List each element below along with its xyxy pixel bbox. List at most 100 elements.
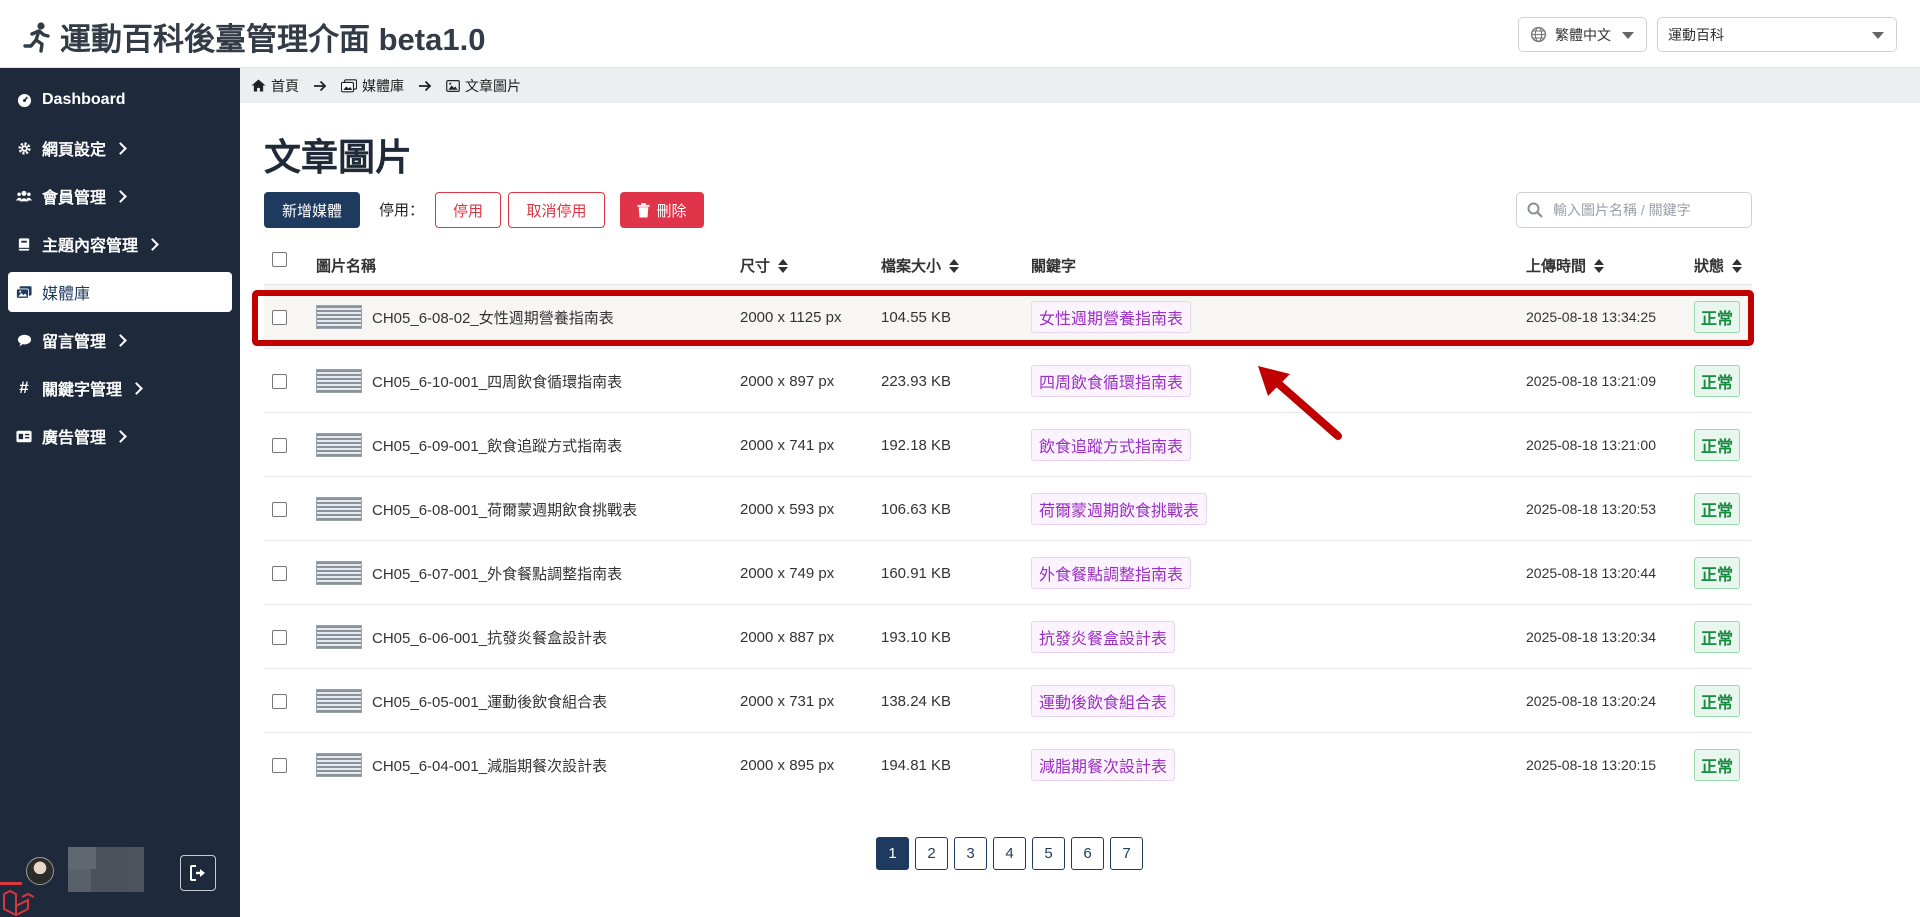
- page-button-2[interactable]: 2: [915, 837, 948, 870]
- keyword-tag[interactable]: 運動後飲食組合表: [1031, 685, 1176, 717]
- keyword-tag[interactable]: 抗發炎餐盒設計表: [1031, 621, 1176, 653]
- table-header: 圖片名稱 尺寸 檔案大小 關鍵字 上傳時間 狀態: [264, 245, 1752, 285]
- enable-button[interactable]: 取消停用: [508, 192, 605, 228]
- row-checkbox[interactable]: [272, 285, 287, 349]
- gear-icon: [16, 140, 32, 156]
- table-row[interactable]: CH05_6-06-001_抗發炎餐盒設計表 2000 x 887 px 193…: [264, 605, 1752, 669]
- table-row[interactable]: CH05_6-10-001_四周飲食循環指南表 2000 x 897 px 22…: [264, 349, 1752, 413]
- row-checkbox[interactable]: [272, 349, 287, 413]
- table-row[interactable]: CH05_6-08-001_荷爾蒙週期飲食挑戰表 2000 x 593 px 1…: [264, 477, 1752, 541]
- sidebar-item-dashboard[interactable]: Dashboard: [8, 80, 232, 120]
- row-checkbox[interactable]: [272, 605, 287, 669]
- chevron-down-icon: [1622, 32, 1634, 39]
- image-thumbnail[interactable]: [316, 689, 362, 713]
- filesize-cell: 138.24 KB: [881, 692, 952, 710]
- page-button-1[interactable]: 1: [876, 837, 909, 870]
- add-media-button[interactable]: 新增媒體: [264, 192, 360, 228]
- page-button-5[interactable]: 5: [1032, 837, 1065, 870]
- sidebar-item-members[interactable]: 會員管理: [8, 176, 232, 216]
- col-keyword: 關鍵字: [1031, 258, 1077, 275]
- keyword-cell: 飲食追蹤方式指南表: [1031, 413, 1192, 477]
- row-checkbox[interactable]: [272, 541, 287, 605]
- keyword-cell: 抗發炎餐盒設計表: [1031, 605, 1176, 669]
- table-row[interactable]: CH05_6-05-001_運動後飲食組合表 2000 x 731 px 138…: [264, 669, 1752, 733]
- keyword-tag[interactable]: 減脂期餐次設計表: [1031, 749, 1176, 781]
- image-thumbnail[interactable]: [316, 625, 362, 649]
- row-checkbox[interactable]: [272, 413, 287, 477]
- breadcrumb-media-library[interactable]: 媒體庫: [341, 76, 404, 96]
- filesize-cell: 194.81 KB: [881, 756, 952, 774]
- ad-icon: [16, 428, 32, 444]
- size-cell: 2000 x 749 px: [740, 564, 835, 582]
- filesize-cell: 160.91 KB: [881, 564, 952, 582]
- page-button-7[interactable]: 7: [1110, 837, 1143, 870]
- arrow-right-icon: [313, 80, 327, 92]
- page-button-6[interactable]: 6: [1071, 837, 1104, 870]
- image-thumbnail[interactable]: [316, 433, 362, 457]
- sidebar-item-keywords[interactable]: # 關鍵字管理: [8, 368, 232, 408]
- image-thumbnail[interactable]: [316, 497, 362, 521]
- logout-button[interactable]: [180, 855, 216, 891]
- page-button-4[interactable]: 4: [993, 837, 1026, 870]
- filesize-cell: 192.18 KB: [881, 436, 952, 454]
- status-cell: 正常: [1694, 541, 1741, 605]
- sort-icon: [949, 258, 960, 273]
- table-row[interactable]: CH05_6-09-001_飲食追蹤方式指南表 2000 x 741 px 19…: [264, 413, 1752, 477]
- sidebar-item-comments[interactable]: 留言管理: [8, 320, 232, 360]
- sidebar-item-label: 留言管理: [42, 334, 107, 351]
- breadcrumb-home[interactable]: 首頁: [251, 76, 299, 96]
- logout-icon: [190, 865, 205, 881]
- chevron-right-icon: [114, 333, 127, 347]
- status-badge: 正常: [1694, 429, 1741, 461]
- site-select[interactable]: 運動百科: [1657, 17, 1897, 52]
- status-badge: 正常: [1694, 493, 1741, 525]
- search-input[interactable]: [1553, 202, 1743, 218]
- image-thumbnail[interactable]: [316, 561, 362, 585]
- table-row[interactable]: CH05_6-08-02_女性週期營養指南表 2000 x 1125 px 10…: [264, 285, 1752, 349]
- image-thumbnail[interactable]: [316, 369, 362, 393]
- sidebar-item-media-library[interactable]: 媒體庫: [8, 272, 232, 312]
- breadcrumb: 首頁 媒體庫 文章圖片: [240, 68, 1920, 103]
- sidebar-item-ads[interactable]: 廣告管理: [8, 416, 232, 456]
- keyword-tag[interactable]: 飲食追蹤方式指南表: [1031, 429, 1192, 461]
- sidebar-item-content[interactable]: 主題內容管理: [8, 224, 232, 264]
- size-cell: 2000 x 731 px: [740, 692, 835, 710]
- image-name-cell: CH05_6-08-001_荷爾蒙週期飲食挑戰表: [316, 477, 637, 541]
- select-all-checkbox[interactable]: [272, 252, 287, 267]
- filesize-cell: 223.93 KB: [881, 372, 952, 390]
- image-thumbnail[interactable]: [316, 753, 362, 777]
- col-size[interactable]: 尺寸: [740, 255, 789, 276]
- running-person-icon: [23, 21, 50, 53]
- delete-button[interactable]: 刪除: [620, 192, 704, 228]
- keyword-cell: 減脂期餐次設計表: [1031, 733, 1176, 797]
- row-checkbox[interactable]: [272, 733, 287, 797]
- table-row[interactable]: CH05_6-04-001_減脂期餐次設計表 2000 x 895 px 194…: [264, 733, 1752, 797]
- delete-label: 刪除: [656, 202, 687, 220]
- sidebar-item-label: 主題內容管理: [42, 238, 139, 255]
- status-badge: 正常: [1694, 301, 1741, 333]
- row-checkbox[interactable]: [272, 477, 287, 541]
- keyword-tag[interactable]: 荷爾蒙週期飲食挑戰表: [1031, 493, 1208, 525]
- status-badge: 正常: [1694, 621, 1741, 653]
- keyword-tag[interactable]: 外食餐點調整指南表: [1031, 557, 1192, 589]
- col-status[interactable]: 狀態: [1694, 255, 1743, 276]
- page-button-3[interactable]: 3: [954, 837, 987, 870]
- size-cell: 2000 x 897 px: [740, 372, 835, 390]
- col-uploaded[interactable]: 上傳時間: [1526, 255, 1605, 276]
- sidebar-item-web-settings[interactable]: 網頁設定: [8, 128, 232, 168]
- language-select[interactable]: 繁體中文: [1518, 17, 1647, 52]
- sidebar-item-label: 網頁設定: [42, 142, 107, 159]
- image-name-cell: CH05_6-09-001_飲食追蹤方式指南表: [316, 413, 622, 477]
- sidebar: Dashboard 網頁設定 會員管理 主題內容管理 媒體庫 留言管理 # 關鍵…: [0, 68, 240, 917]
- filesize-cell: 106.63 KB: [881, 500, 952, 518]
- language-value: 繁體中文: [1555, 26, 1611, 43]
- table-row[interactable]: CH05_6-07-001_外食餐點調整指南表 2000 x 749 px 16…: [264, 541, 1752, 605]
- row-checkbox[interactable]: [272, 669, 287, 733]
- laravel-logo-icon: [0, 882, 34, 917]
- avatar[interactable]: [26, 857, 54, 885]
- image-thumbnail[interactable]: [316, 305, 362, 329]
- col-filesize[interactable]: 檔案大小: [881, 255, 960, 276]
- keyword-tag[interactable]: 女性週期營養指南表: [1031, 301, 1192, 333]
- disable-button[interactable]: 停用: [435, 192, 501, 228]
- keyword-tag[interactable]: 四周飲食循環指南表: [1031, 365, 1192, 397]
